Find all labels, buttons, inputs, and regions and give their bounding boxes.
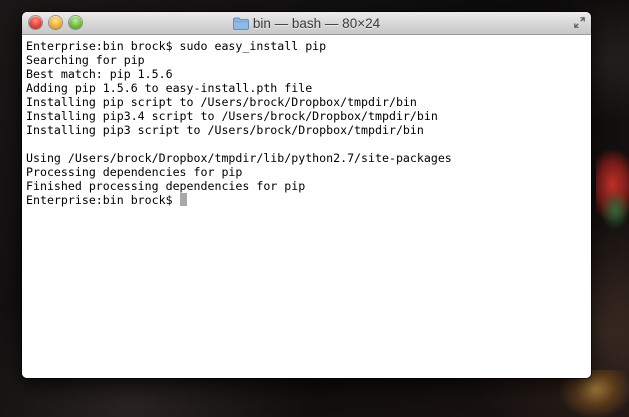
- wallpaper-green-accent: [600, 190, 629, 230]
- title-bar[interactable]: bin — bash — 80×24: [22, 12, 591, 35]
- terminal-line: Searching for pip: [26, 53, 145, 67]
- terminal-line: Installing pip script to /Users/brock/Dr…: [26, 95, 417, 109]
- terminal-line: Processing dependencies for pip: [26, 165, 243, 179]
- terminal-line: Best match: pip 1.5.6: [26, 67, 173, 81]
- prompt-line[interactable]: Enterprise:bin brock$: [26, 193, 591, 207]
- text-cursor: [179, 193, 187, 206]
- terminal-line: Adding pip 1.5.6 to easy-install.pth fil…: [26, 81, 313, 95]
- terminal-line: Installing pip3 script to /Users/brock/D…: [26, 123, 424, 137]
- title-group: bin — bash — 80×24: [22, 12, 591, 34]
- terminal-line: Using /Users/brock/Dropbox/tmpdir/lib/py…: [26, 151, 452, 165]
- terminal-line: Installing pip3.4 script to /Users/brock…: [26, 109, 438, 123]
- terminal-line: Finished processing dependencies for pip: [26, 179, 306, 193]
- terminal-line: Enterprise:bin brock$ sudo easy_install …: [26, 39, 327, 53]
- folder-icon: [232, 17, 249, 30]
- shell-prompt: Enterprise:bin brock$: [26, 193, 173, 207]
- window-title: bin — bash — 80×24: [252, 15, 381, 31]
- fullscreen-arrows-icon[interactable]: [574, 17, 585, 28]
- terminal-window: bin — bash — 80×24 Enterprise:bin brock$…: [22, 12, 591, 378]
- terminal-output[interactable]: Enterprise:bin brock$ sudo easy_install …: [22, 35, 591, 378]
